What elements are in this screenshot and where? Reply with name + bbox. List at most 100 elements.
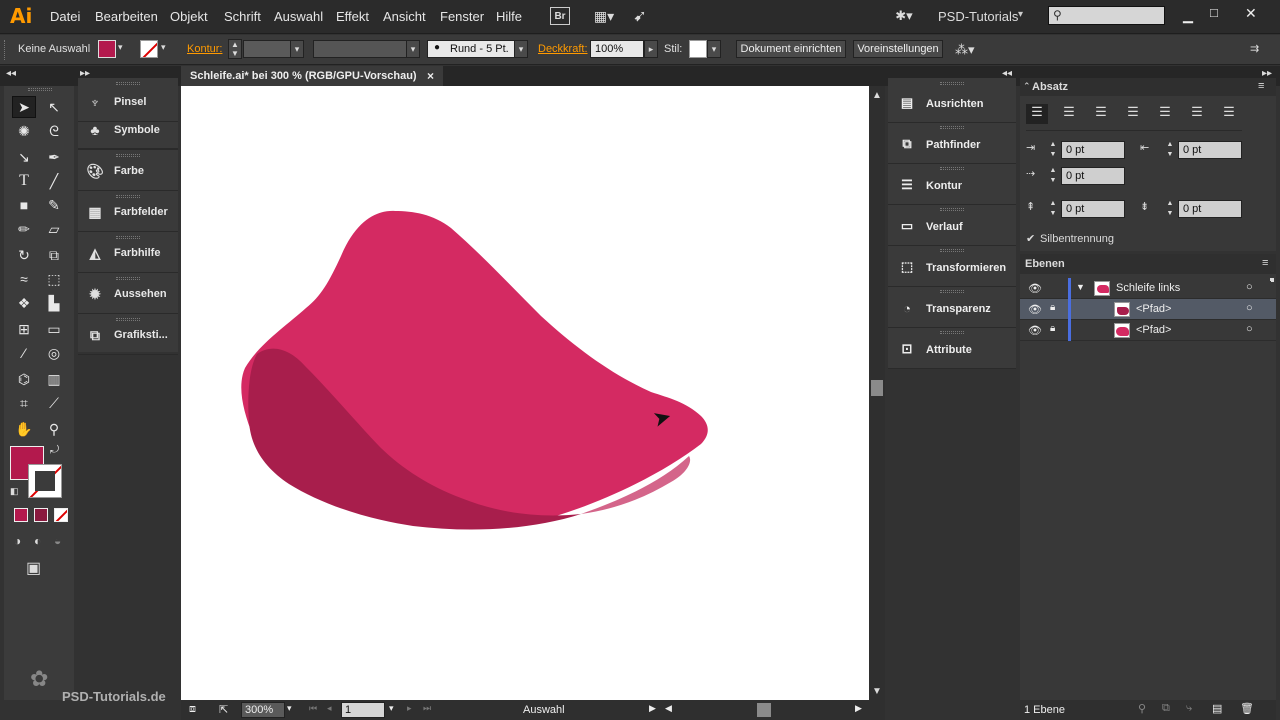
none-mode-icon[interactable] bbox=[54, 508, 68, 522]
draw-normal-icon[interactable]: ◑ bbox=[14, 534, 21, 548]
pen-tool-icon[interactable]: ↘ bbox=[12, 146, 36, 168]
maximize-icon[interactable]: □ bbox=[1210, 5, 1224, 20]
panel-symbole[interactable]: ♣ Symbole bbox=[78, 110, 178, 150]
clipping-mask-icon[interactable]: ⧉ bbox=[1162, 702, 1170, 715]
target-circle-icon[interactable]: ○ bbox=[1246, 302, 1253, 314]
variable-width-field[interactable] bbox=[313, 40, 407, 58]
zoom-field[interactable]: 300% bbox=[241, 702, 285, 718]
default-colors-icon[interactable]: ◧ bbox=[10, 486, 19, 497]
sync-settings-icon[interactable]: ✱▾ bbox=[892, 7, 916, 25]
slice-tool-icon[interactable]: ⟋ bbox=[42, 392, 66, 414]
kontur-label[interactable]: Kontur: bbox=[187, 43, 222, 55]
blend-tool-icon[interactable]: ◎ bbox=[42, 342, 66, 364]
eye-icon[interactable]: 👁︎ bbox=[1028, 303, 1042, 316]
status-menu-icon[interactable]: ▶ bbox=[649, 703, 656, 714]
layer-name[interactable]: Schleife links bbox=[1116, 282, 1180, 294]
fill-swatch[interactable] bbox=[98, 40, 116, 58]
menu-hilfe[interactable]: Hilfe bbox=[496, 9, 522, 24]
export-icon[interactable]: ⇱ bbox=[219, 703, 228, 716]
eye-icon[interactable]: 👁︎ bbox=[1028, 282, 1042, 295]
scroll-up-icon[interactable]: ▲ bbox=[872, 90, 882, 101]
minimize-icon[interactable]: ▁ bbox=[1183, 8, 1197, 24]
space-before-stepper[interactable]: ▲ ▼ bbox=[1047, 199, 1059, 219]
indent-left-field[interactable]: 0 pt bbox=[1061, 141, 1125, 159]
first-line-indent-field[interactable]: 0 pt bbox=[1061, 167, 1125, 185]
search-input[interactable]: ⚲ bbox=[1048, 6, 1165, 25]
shape-builder-tool-icon[interactable]: ❖ bbox=[12, 292, 36, 314]
menu-schrift[interactable]: Schrift bbox=[224, 9, 261, 24]
delete-layer-icon[interactable]: 🗑︎ bbox=[1240, 702, 1254, 715]
panel-menu-icon[interactable]: ⇉ bbox=[1250, 42, 1259, 55]
space-after-field[interactable]: 0 pt bbox=[1178, 200, 1242, 218]
menu-objekt[interactable]: Objekt bbox=[170, 9, 208, 24]
bridge-button[interactable]: Br bbox=[550, 7, 570, 25]
panel-attribute[interactable]: ⊡ Attribute bbox=[888, 328, 1016, 369]
close-tab-icon[interactable]: × bbox=[427, 69, 434, 83]
rectangle-tool-icon[interactable]: ■ bbox=[12, 194, 36, 216]
document-setup-button[interactable]: Dokument einrichten bbox=[736, 40, 846, 58]
free-transform-tool-icon[interactable]: ⬚ bbox=[42, 268, 66, 290]
brush-definition-field[interactable]: ● Rund - 5 Pt. bbox=[427, 40, 515, 58]
align-left-icon[interactable]: ☰ bbox=[1026, 104, 1048, 124]
artboard-canvas[interactable]: ➤ bbox=[181, 86, 869, 700]
panel-menu-icon[interactable]: ≡ bbox=[1262, 257, 1268, 269]
target-circle-icon[interactable]: ○ bbox=[1246, 281, 1253, 293]
screen-mode-icon[interactable]: ▣ bbox=[26, 558, 41, 578]
panel-aussehen[interactable]: ✹ Aussehen bbox=[78, 274, 178, 314]
document-tab[interactable]: Schleife.ai* bei 300 % (RGB/GPU-Vorschau… bbox=[181, 66, 443, 86]
artboard-tool-icon[interactable]: ⌗ bbox=[12, 392, 36, 414]
lock-icon[interactable]: 🔒︎ bbox=[1050, 302, 1055, 313]
new-sublayer-icon[interactable]: ⤷ bbox=[1186, 702, 1192, 715]
path-row[interactable]: 👁︎ 🔒︎ <Pfad> ○ bbox=[1020, 299, 1276, 320]
justify-all-icon[interactable]: ☰ bbox=[1218, 104, 1240, 124]
opacity-field[interactable]: 100% bbox=[590, 40, 644, 58]
chevron-down-icon[interactable]: ▾ bbox=[287, 703, 292, 714]
ebenen-panel-header[interactable]: Ebenen ≡ bbox=[1020, 254, 1276, 274]
chevron-down-icon[interactable]: ▾ bbox=[118, 42, 123, 53]
eye-icon[interactable]: 👁︎ bbox=[1028, 324, 1042, 337]
lasso-tool-icon[interactable]: ᘓ bbox=[42, 120, 66, 142]
panel-transparenz[interactable]: ◔ Transparenz bbox=[888, 287, 1016, 328]
vertical-scrollbar[interactable]: ▲ ▼ bbox=[869, 86, 885, 700]
menu-datei[interactable]: Datei bbox=[50, 9, 80, 24]
chevron-down-icon[interactable]: ▾ bbox=[514, 40, 528, 58]
collapse-icon[interactable]: ⌃ bbox=[1023, 81, 1031, 92]
chevron-down-icon[interactable]: ▾ bbox=[1018, 9, 1023, 20]
artboard-field[interactable]: 1 bbox=[341, 702, 385, 718]
preferences-button[interactable]: Voreinstellungen bbox=[853, 40, 943, 58]
chevron-down-icon[interactable]: ▾ bbox=[406, 40, 420, 58]
toolbox-grip[interactable] bbox=[28, 88, 52, 91]
path-name[interactable]: <Pfad> bbox=[1136, 324, 1171, 336]
panel-menu-icon[interactable]: ≡ bbox=[1258, 80, 1264, 92]
menu-fenster[interactable]: Fenster bbox=[440, 9, 484, 24]
stroke-color-box[interactable] bbox=[28, 464, 62, 498]
control-bar-grip[interactable] bbox=[4, 40, 6, 60]
draw-behind-icon[interactable]: ◐ bbox=[34, 534, 41, 548]
menu-effekt[interactable]: Effekt bbox=[336, 9, 369, 24]
gradient-mode-icon[interactable] bbox=[34, 508, 48, 522]
panel-farbhilfe[interactable]: ◭ Farbhilfe bbox=[78, 233, 178, 273]
hand-tool-icon[interactable]: ✋ bbox=[12, 418, 36, 440]
type-tool-icon[interactable]: T bbox=[12, 170, 36, 192]
gpu-icon[interactable]: ⧈ bbox=[189, 703, 196, 716]
indent-left-stepper[interactable]: ▲ ▼ bbox=[1047, 140, 1059, 160]
scroll-right-icon[interactable]: ▶ bbox=[855, 703, 862, 714]
absatz-panel-header[interactable]: ⌃ Absatz ≡ bbox=[1020, 78, 1276, 96]
first-line-stepper[interactable]: ▲ ▼ bbox=[1047, 166, 1059, 186]
eyedropper-tool-icon[interactable]: ⁄ bbox=[12, 342, 36, 364]
lock-icon[interactable]: 🔒︎ bbox=[1050, 323, 1055, 334]
scale-tool-icon[interactable]: ⧉ bbox=[42, 244, 66, 266]
line-tool-icon[interactable]: ╱ bbox=[42, 170, 66, 192]
scroll-left-icon[interactable]: ◀ bbox=[665, 703, 672, 714]
panel-grafikstile[interactable]: ⧉ Grafiksti... bbox=[78, 315, 178, 355]
magic-wand-tool-icon[interactable]: ✺ bbox=[12, 120, 36, 142]
stroke-weight-field[interactable] bbox=[243, 40, 291, 58]
perspective-grid-tool-icon[interactable]: ▙ bbox=[42, 292, 66, 314]
close-icon[interactable]: ✕ bbox=[1245, 5, 1259, 22]
panel-pathfinder[interactable]: ⧉ Pathfinder bbox=[888, 123, 1016, 164]
chevron-down-icon[interactable]: ▾ bbox=[389, 703, 394, 714]
panel-kontur[interactable]: ☰ Kontur bbox=[888, 164, 1016, 205]
panel-transformieren[interactable]: ⬚ Transformieren bbox=[888, 246, 1016, 287]
graphic-style-swatch[interactable] bbox=[689, 40, 707, 58]
indent-right-field[interactable]: 0 pt bbox=[1178, 141, 1242, 159]
